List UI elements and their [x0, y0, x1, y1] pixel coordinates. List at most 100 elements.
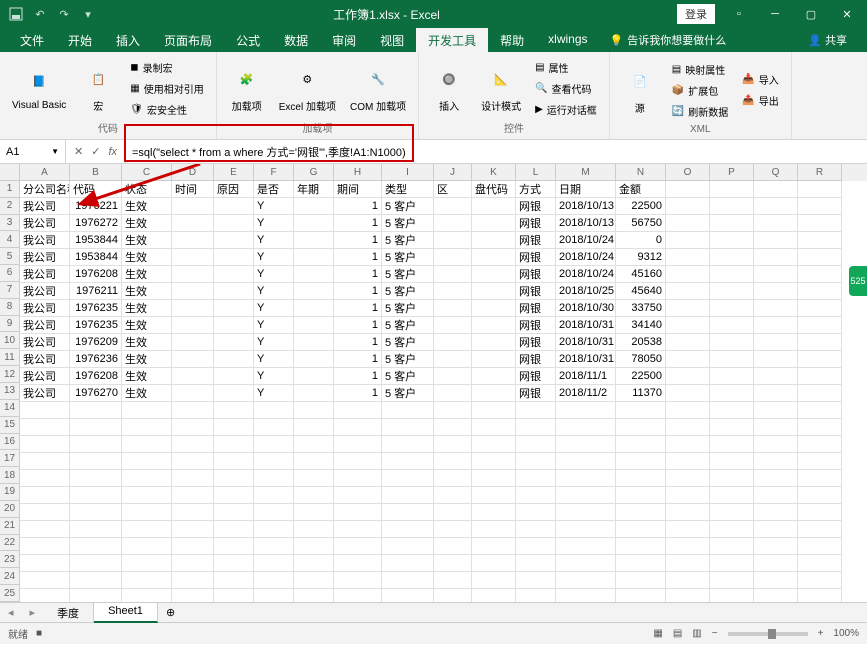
col-header-D[interactable]: D	[172, 164, 214, 181]
cell[interactable]	[754, 453, 798, 470]
cell[interactable]: 我公司	[20, 300, 70, 317]
cell[interactable]	[710, 521, 754, 538]
cell[interactable]	[172, 521, 214, 538]
cell[interactable]	[556, 555, 616, 572]
cell[interactable]	[710, 589, 754, 602]
cell[interactable]	[254, 504, 294, 521]
col-header-F[interactable]: F	[254, 164, 294, 181]
cell[interactable]	[472, 555, 516, 572]
cell[interactable]	[214, 487, 254, 504]
cell[interactable]: 1976270	[70, 385, 122, 402]
cell[interactable]: 生效	[122, 198, 172, 215]
cell[interactable]	[70, 419, 122, 436]
col-header-B[interactable]: B	[70, 164, 122, 181]
cell[interactable]	[472, 436, 516, 453]
cell[interactable]	[710, 538, 754, 555]
cell[interactable]	[798, 504, 842, 521]
cell[interactable]: 分公司名称	[20, 181, 70, 198]
cell[interactable]	[710, 232, 754, 249]
ribbon-display-icon[interactable]: ▫	[727, 4, 751, 24]
tab-nav-prev[interactable]: ◂	[0, 606, 22, 619]
cell[interactable]	[798, 215, 842, 232]
cell[interactable]: 0	[616, 232, 666, 249]
cell[interactable]: 是否	[254, 181, 294, 198]
cell[interactable]	[20, 504, 70, 521]
cell[interactable]: 1976221	[70, 198, 122, 215]
row-header[interactable]: 13	[0, 383, 20, 400]
cell[interactable]	[556, 487, 616, 504]
cell[interactable]	[294, 555, 334, 572]
cell[interactable]	[382, 470, 434, 487]
row-header[interactable]: 23	[0, 551, 20, 568]
cell[interactable]	[754, 589, 798, 602]
cell[interactable]	[172, 385, 214, 402]
cell[interactable]	[172, 283, 214, 300]
cell[interactable]	[710, 504, 754, 521]
cell[interactable]	[616, 402, 666, 419]
cell[interactable]	[294, 402, 334, 419]
cell[interactable]	[556, 589, 616, 602]
cell[interactable]	[516, 589, 556, 602]
zoom-level[interactable]: 100%	[833, 628, 859, 639]
cell[interactable]: 5 客户	[382, 249, 434, 266]
cell[interactable]	[294, 232, 334, 249]
share-button[interactable]: 👤 共享	[800, 28, 855, 52]
cell[interactable]: 2018/10/31	[556, 317, 616, 334]
cell[interactable]	[616, 572, 666, 589]
cell[interactable]	[516, 470, 556, 487]
cell[interactable]	[172, 266, 214, 283]
cell[interactable]	[122, 504, 172, 521]
cell[interactable]	[472, 470, 516, 487]
cell[interactable]	[434, 436, 472, 453]
cell[interactable]	[294, 385, 334, 402]
cell[interactable]: 1	[334, 317, 382, 334]
cell[interactable]	[334, 402, 382, 419]
cell[interactable]	[754, 317, 798, 334]
row-header[interactable]: 8	[0, 299, 20, 316]
cell[interactable]	[556, 436, 616, 453]
cell[interactable]	[798, 419, 842, 436]
cell[interactable]: Y	[254, 198, 294, 215]
cell[interactable]	[254, 521, 294, 538]
cell[interactable]	[754, 402, 798, 419]
cell[interactable]	[214, 351, 254, 368]
cell[interactable]: 1	[334, 351, 382, 368]
cell[interactable]	[666, 215, 710, 232]
cell[interactable]	[70, 453, 122, 470]
cell[interactable]	[710, 470, 754, 487]
cell[interactable]	[666, 419, 710, 436]
cell[interactable]: 22500	[616, 198, 666, 215]
cell[interactable]	[254, 589, 294, 602]
cell[interactable]	[666, 317, 710, 334]
cell[interactable]: 2018/10/24	[556, 232, 616, 249]
cell[interactable]	[382, 555, 434, 572]
cell[interactable]: 时间	[172, 181, 214, 198]
cell[interactable]	[294, 453, 334, 470]
cell[interactable]	[710, 181, 754, 198]
cell[interactable]	[666, 351, 710, 368]
cell[interactable]: 我公司	[20, 334, 70, 351]
cell[interactable]	[516, 436, 556, 453]
cell[interactable]	[434, 402, 472, 419]
formula-input[interactable]: =sql("select * from a where 方式='网银'",季度!…	[126, 144, 867, 160]
cell[interactable]: Y	[254, 351, 294, 368]
cell[interactable]	[472, 215, 516, 232]
cell[interactable]	[556, 470, 616, 487]
cell[interactable]	[666, 470, 710, 487]
cell[interactable]	[666, 181, 710, 198]
qat-more-icon[interactable]: ▾	[78, 4, 98, 24]
cell[interactable]	[616, 436, 666, 453]
cell[interactable]: 1	[334, 249, 382, 266]
cell[interactable]	[434, 470, 472, 487]
cell[interactable]: 2018/10/24	[556, 249, 616, 266]
cell[interactable]	[798, 300, 842, 317]
cell[interactable]: Y	[254, 368, 294, 385]
addins-button[interactable]: 🧩加载项	[225, 62, 269, 115]
cell[interactable]	[472, 487, 516, 504]
tab-页面布局[interactable]: 页面布局	[152, 28, 224, 52]
cell[interactable]	[666, 589, 710, 602]
cell[interactable]	[666, 436, 710, 453]
cell[interactable]: 网银	[516, 385, 556, 402]
cell[interactable]	[382, 589, 434, 602]
cell[interactable]: 1	[334, 266, 382, 283]
